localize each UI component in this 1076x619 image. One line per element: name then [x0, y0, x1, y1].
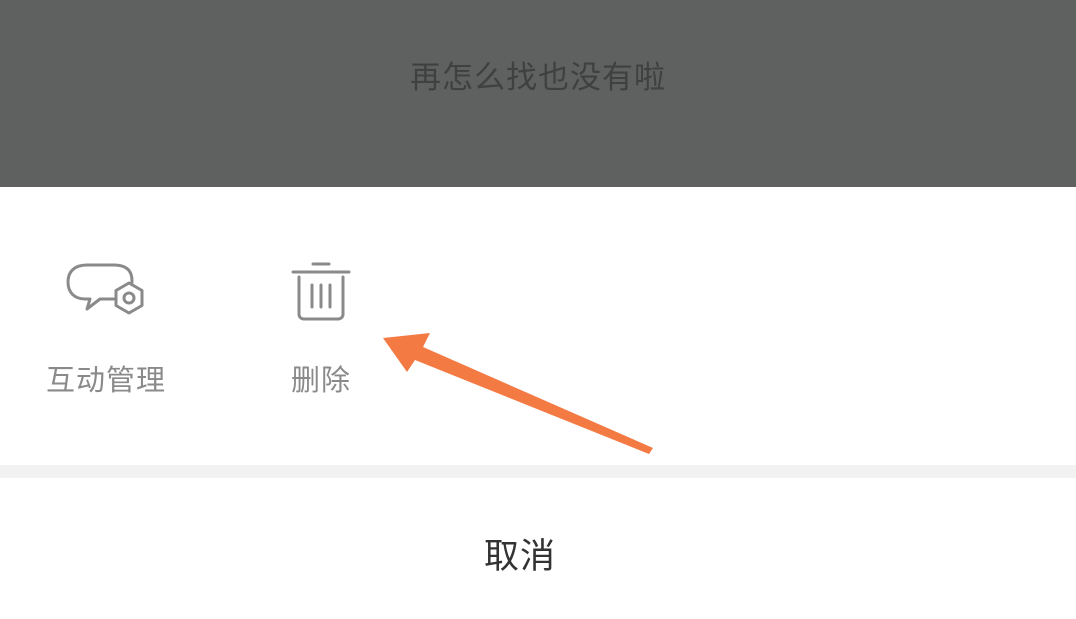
cancel-row: 取消 [0, 478, 1076, 619]
dimmed-overlay[interactable]: 再怎么找也没有啦 [0, 0, 1076, 187]
delete-button[interactable]: 删除 [246, 259, 396, 399]
chat-settings-icon [61, 259, 151, 331]
screen: 再怎么找也没有啦 互动管理 删除 取消 [0, 0, 1076, 619]
cancel-button[interactable]: 取消 [0, 528, 1040, 579]
empty-list-message: 再怎么找也没有啦 [410, 60, 666, 96]
delete-label: 删除 [290, 363, 351, 397]
sheet-divider [0, 465, 1076, 478]
interaction-management-label: 互动管理 [45, 363, 166, 397]
interaction-management-button[interactable]: 互动管理 [31, 259, 181, 399]
trash-icon [276, 259, 366, 331]
action-sheet: 互动管理 删除 [0, 187, 1076, 465]
